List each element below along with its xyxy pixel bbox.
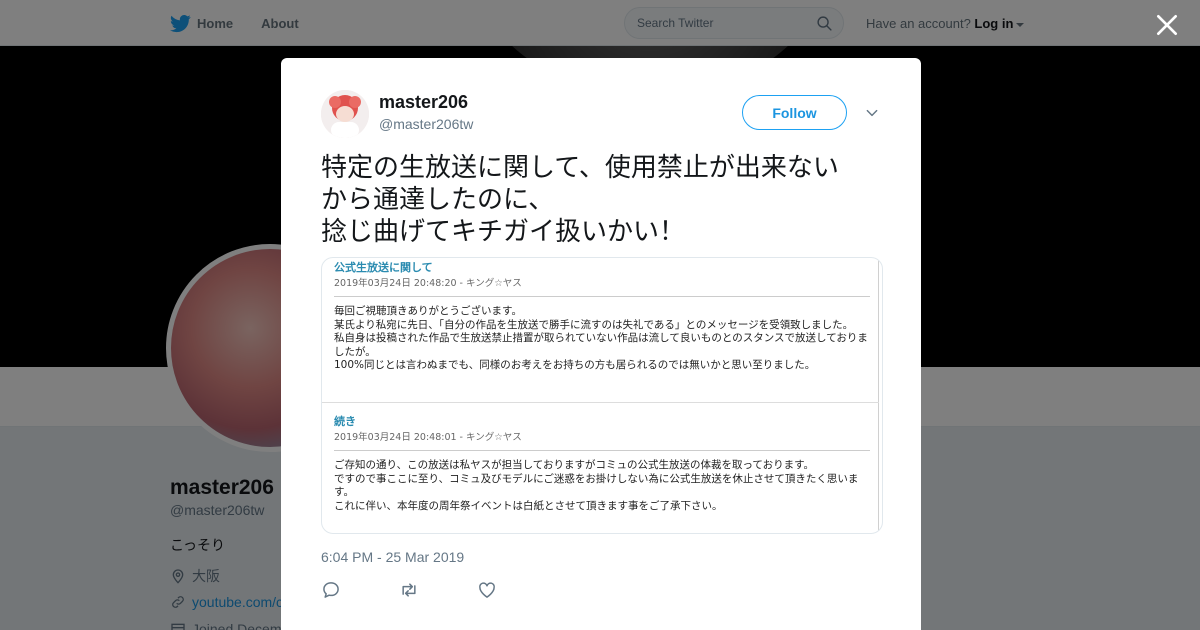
retweet-icon[interactable] <box>399 580 419 600</box>
blog-post-title: 続き <box>334 415 356 428</box>
tweet-text: 特定の生放送に関して、使用禁止が出来ない から通達したのに、 捻じ曲げてキチガイ… <box>321 153 839 247</box>
follow-button[interactable]: Follow <box>742 95 847 130</box>
tweet-author-handle[interactable]: @master206tw <box>379 116 473 132</box>
reply-icon[interactable] <box>321 580 341 600</box>
screenshot-content: 公式生放送に関して 2019年03月24日 20:48:20 - キング☆ヤス … <box>322 258 879 533</box>
heart-icon[interactable] <box>477 580 497 600</box>
tweet-author-avatar[interactable] <box>321 90 369 138</box>
close-icon[interactable] <box>1154 12 1180 38</box>
tweet-timestamp[interactable]: 6:04 PM - 25 Mar 2019 <box>321 549 464 565</box>
chevron-down-icon[interactable] <box>865 106 879 120</box>
blog-post-2: 続き 2019年03月24日 20:48:01 - キング☆ヤス ご存知の通り、… <box>334 415 870 513</box>
tweet-media-image[interactable]: 公式生放送に関して 2019年03月24日 20:48:20 - キング☆ヤス … <box>321 257 883 534</box>
blog-post-title: 公式生放送に関して <box>334 261 433 274</box>
blog-post-body: ご存知の通り、この放送は私ヤスが担当しておりますがコミュの公式生放送の体裁を取っ… <box>334 459 859 512</box>
blog-post-divider <box>322 402 879 403</box>
tweet-actions <box>321 580 497 600</box>
tweet-modal: master206 @master206tw Follow 特定の生放送に関して… <box>281 58 921 630</box>
blog-post-separator <box>334 450 870 451</box>
avatar-illustration <box>321 90 369 138</box>
blog-post-1: 公式生放送に関して 2019年03月24日 20:48:20 - キング☆ヤス … <box>334 261 870 373</box>
blog-post-body: 毎回ご視聴頂きありがとうございます。 某氏より私宛に先日、「自分の作品を生放送で… <box>334 305 868 371</box>
blog-post-meta: 2019年03月24日 20:48:01 - キング☆ヤス <box>334 432 522 443</box>
blog-post-meta: 2019年03月24日 20:48:20 - キング☆ヤス <box>334 278 522 289</box>
tweet-author-name[interactable]: master206 <box>379 92 468 113</box>
blog-post-separator <box>334 296 870 297</box>
